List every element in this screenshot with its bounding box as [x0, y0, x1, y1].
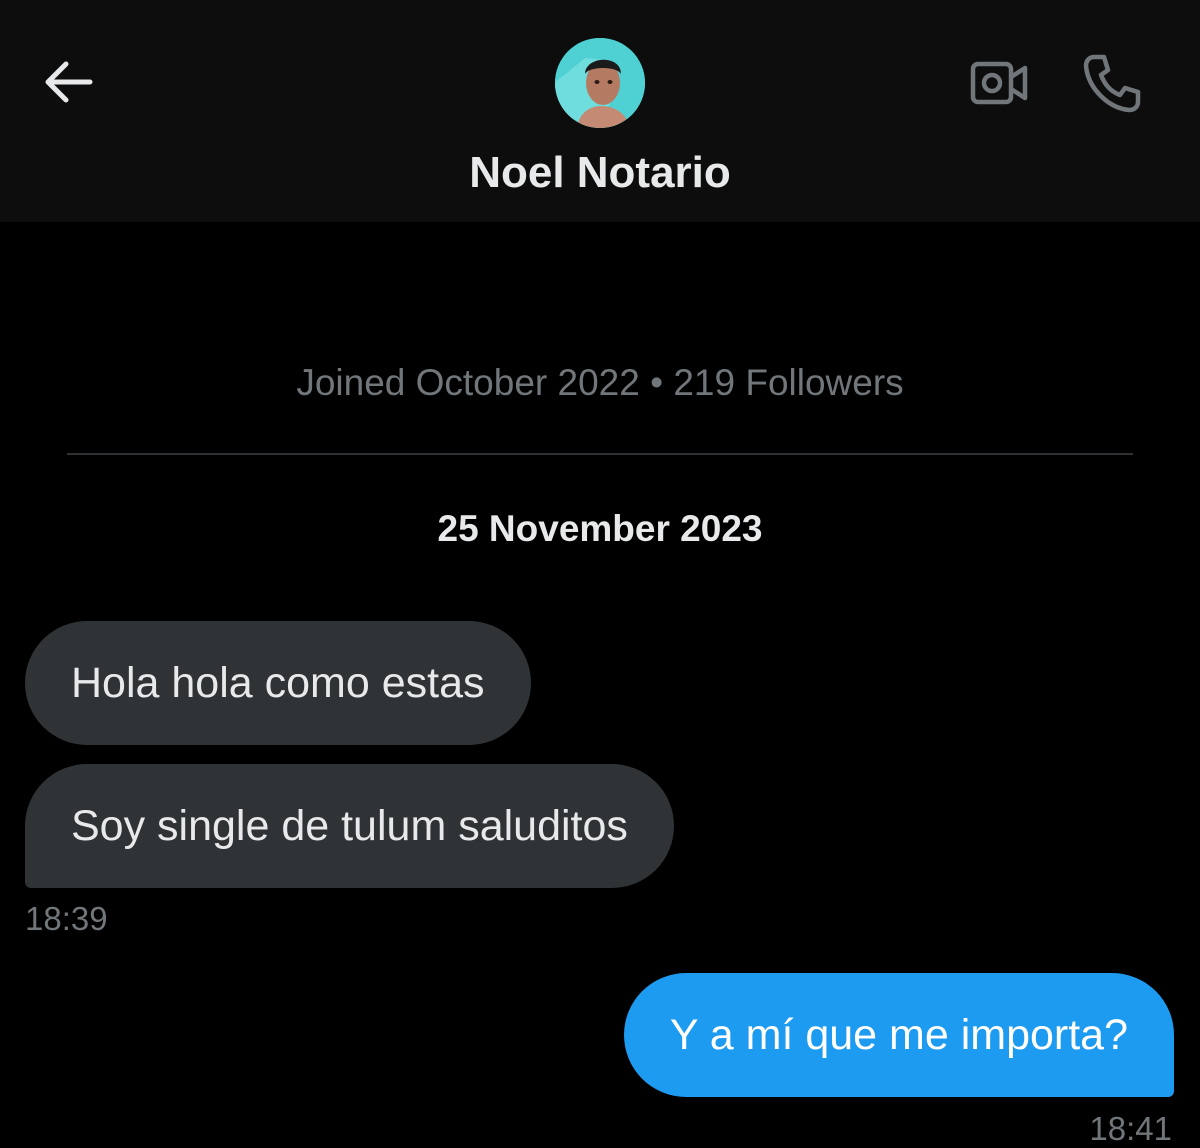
video-call-icon [970, 61, 1028, 105]
conversation-header: Noel Notario [0, 0, 1200, 222]
outgoing-message[interactable]: Y a mí que me importa? [623, 973, 1174, 1097]
profile-joined-followers: Joined October 2022 • 219 Followers [296, 362, 904, 403]
incoming-message[interactable]: Hola hola como estas [25, 621, 531, 745]
contact-avatar[interactable] [555, 38, 645, 128]
message-timestamp: 18:41 [1089, 1110, 1172, 1147]
contact-name[interactable]: Noel Notario [0, 148, 1200, 198]
back-button[interactable] [40, 58, 96, 106]
video-call-button[interactable] [968, 58, 1030, 108]
arrow-left-icon [45, 61, 93, 103]
avatar-photo [555, 38, 645, 128]
phone-call-icon [1083, 54, 1141, 113]
incoming-message[interactable]: Soy single de tulum saluditos [25, 764, 674, 888]
date-separator: 25 November 2023 [437, 508, 763, 549]
divider [67, 453, 1133, 455]
phone-call-button[interactable] [1080, 52, 1142, 114]
message-timestamp: 18:39 [25, 900, 108, 937]
